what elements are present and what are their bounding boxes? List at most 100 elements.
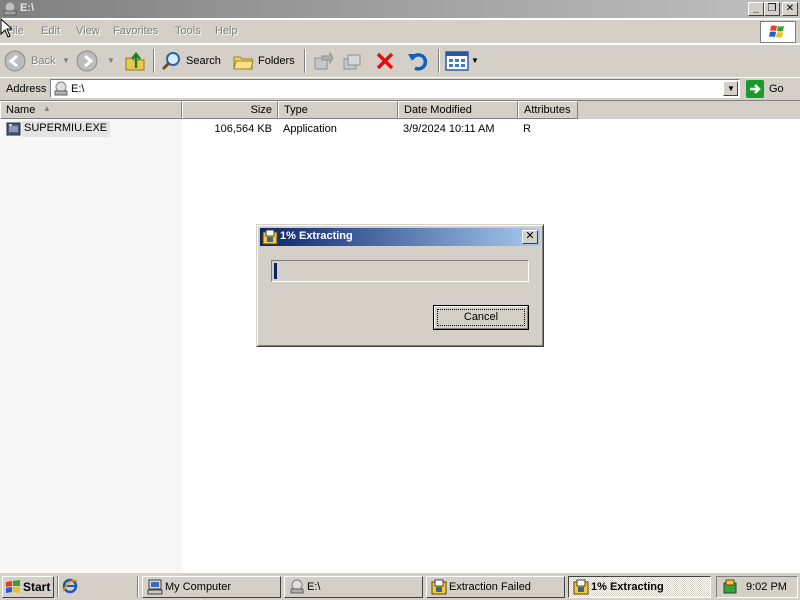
task-label: 1% Extracting [591,581,664,593]
dialog-close-button[interactable]: ✕ [522,230,538,244]
toolbar-separator [153,49,155,73]
archive-icon [573,579,589,595]
mouse-pointer-icon [0,18,12,38]
taskbar-button-my-computer[interactable]: My Computer [142,576,281,598]
menu-tools[interactable]: Tools [175,25,201,37]
file-date-modified: 3/9/2024 10:11 AM [403,123,495,135]
folders-label: Folders [258,55,295,67]
windows-logo-icon [760,21,796,43]
window-title: E:\ [20,2,35,14]
file-type: Application [283,123,337,135]
up-folder-button[interactable] [122,48,148,74]
forward-dropdown-icon[interactable]: ▼ [107,56,115,65]
address-dropdown-button[interactable]: ▼ [723,81,738,96]
back-dropdown-icon[interactable]: ▼ [62,56,70,65]
task-label: E:\ [307,581,321,593]
sort-ascending-icon: ▲ [43,104,51,113]
internet-explorer-icon [62,578,78,594]
file-attributes: R [523,123,531,135]
extracting-dialog: 1% Extracting ✕ Cancel [256,224,544,347]
list-header: Name ▲ Size Type Date Modified Attribute… [0,101,800,119]
file-name[interactable]: SUPERMIU.EXE [22,121,111,137]
move-to-button[interactable] [310,48,336,74]
move-to-icon [314,51,334,70]
drive-icon [290,579,304,594]
window-title-bar[interactable]: E:\ _ ❐ ✕ [0,0,800,18]
chevron-down-icon: ▼ [727,84,735,93]
toolbar-separator [304,49,306,73]
undo-button[interactable] [404,48,432,74]
forward-arrow-icon [76,50,98,72]
tray-archive-icon[interactable] [722,579,738,595]
column-header-name-label: Name [6,104,36,116]
menu-edit[interactable]: Edit [41,25,60,37]
progress-fill [274,263,277,279]
search-button[interactable]: Search [158,48,224,74]
clock[interactable]: 9:02 PM [746,581,787,593]
go-arrow-icon [746,80,764,98]
taskbar-button-extraction-failed[interactable]: Extraction Failed [426,576,565,598]
forward-button[interactable]: ▼ [76,48,116,74]
copy-to-icon [343,54,361,70]
address-input[interactable]: E:\ ▼ [50,79,740,98]
back-button[interactable]: Back ▼ [4,48,70,74]
minimize-button[interactable]: _ [748,2,764,16]
taskbar-separator [57,576,59,597]
task-label: My Computer [165,581,232,593]
cancel-button[interactable]: Cancel [433,305,529,330]
close-window-button[interactable]: ✕ [782,2,798,16]
address-value: E:\ [71,83,85,95]
start-button[interactable]: Start [2,576,54,598]
menu-help[interactable]: Help [215,25,238,37]
close-icon: ✕ [525,230,535,242]
column-header-name[interactable]: Name ▲ [0,101,182,119]
menu-favorites[interactable]: Favorites [113,25,158,37]
column-header-date-modified[interactable]: Date Modified [398,101,518,119]
up-folder-icon [125,51,145,71]
menu-view[interactable]: View [76,25,100,37]
delete-x-icon [376,52,394,70]
taskbar-button-extracting[interactable]: 1% Extracting [568,576,711,598]
drive-icon [3,1,17,16]
views-button[interactable]: ▼ [444,48,480,74]
archive-icon [262,229,278,245]
views-icon [445,51,469,71]
back-arrow-icon [4,50,26,72]
undo-icon [408,53,428,71]
column-header-attributes[interactable]: Attributes [518,101,578,119]
table-row[interactable]: SUPERMIU.EXE 106,564 KB Application 3/9/… [0,121,800,137]
folders-icon [233,56,254,70]
column-header-size[interactable]: Size [182,101,278,119]
name-column-shade [0,119,182,571]
delete-button[interactable] [372,48,398,74]
folders-button[interactable]: Folders [230,48,298,74]
exe-file-icon [6,122,21,136]
address-bar: Address E:\ ▼ Go [0,77,800,101]
archive-icon [431,579,447,595]
restore-button[interactable]: ❐ [764,2,780,16]
quick-launch-ie[interactable] [62,578,78,594]
search-icon [161,52,180,71]
views-dropdown-icon[interactable]: ▼ [471,56,479,65]
taskbar-separator [137,576,139,597]
drive-icon [54,81,68,96]
taskbar: Start My Computer E:\ Extraction Failed [0,572,800,600]
dialog-title-bar[interactable]: 1% Extracting ✕ [260,228,540,246]
system-tray: 9:02 PM [716,576,798,598]
start-label: Start [23,580,51,594]
computer-icon [147,579,163,595]
task-label: Extraction Failed [449,581,531,593]
back-label: Back [31,55,56,67]
windows-logo-icon [6,580,20,593]
column-header-type[interactable]: Type [278,101,398,119]
taskbar-button-drive-e[interactable]: E:\ [284,576,423,598]
toolbar-separator [438,49,440,73]
file-size: 106,564 KB [214,123,273,135]
standard-toolbar: Back ▼ ▼ Search Folders ▼ [0,44,800,78]
dialog-title: 1% Extracting [280,230,353,242]
search-label: Search [186,55,221,67]
address-label: Address [6,83,47,95]
menu-bar: File Edit View Favorites Tools Help [0,20,800,44]
go-label: Go [769,83,784,95]
copy-to-button[interactable] [340,48,366,74]
